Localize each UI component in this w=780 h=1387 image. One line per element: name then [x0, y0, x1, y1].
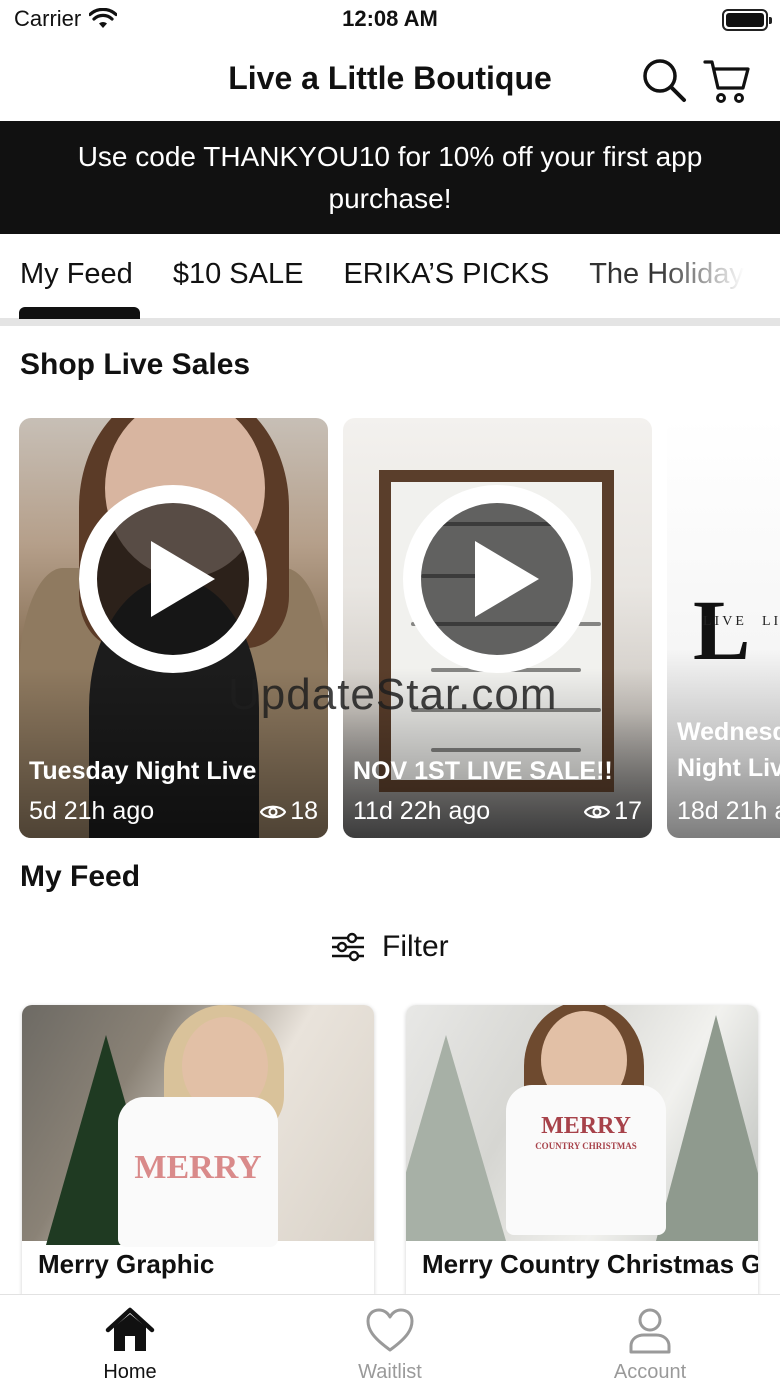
nav-home[interactable]: Home	[50, 1305, 210, 1384]
filter-label: Filter	[382, 930, 449, 963]
live-card-title: Wednesday Night Live	[677, 718, 780, 782]
live-card-title: Tuesday Night Live	[29, 757, 257, 785]
tab-my-feed[interactable]: My Feed	[20, 258, 133, 291]
brand-logo-text: LIVE	[703, 614, 747, 629]
nav-label: Account	[613, 1361, 687, 1383]
live-card-views: 18	[260, 797, 318, 826]
active-tab-indicator	[19, 307, 140, 319]
battery-icon	[722, 9, 772, 31]
product-image: MERRY	[22, 1005, 374, 1247]
shirt-print: MERRY	[134, 1149, 262, 1186]
eye-icon	[584, 805, 611, 818]
live-card-time: 18d 21h ago	[677, 797, 780, 825]
filter-icon	[332, 932, 364, 962]
shirt-print-sub: COUNTRY CHRISTMAS	[535, 1141, 637, 1151]
search-icon	[643, 59, 686, 102]
view-count: 17	[614, 797, 642, 825]
tab-erikas-picks[interactable]: ERIKA’S PICKS	[343, 258, 549, 291]
product-name: Merry Country Christmas Graphic	[422, 1249, 758, 1279]
filter-button[interactable]: Filter	[330, 930, 449, 964]
nav-label: Home	[103, 1361, 157, 1383]
tab-10-sale[interactable]: $10 SALE	[173, 258, 304, 291]
heart-icon	[366, 1308, 414, 1352]
product-card[interactable]: MERRY COUNTRY CHRISTMAS Merry Country Ch…	[406, 1005, 758, 1305]
home-icon	[105, 1307, 155, 1351]
play-icon[interactable]	[79, 485, 267, 673]
cart-button[interactable]	[702, 56, 752, 106]
app-header: Live a Little Boutique	[0, 46, 780, 116]
eye-icon	[260, 805, 287, 818]
live-card-time: 5d 21h ago	[29, 797, 155, 825]
tab-the-holiday[interactable]: The Holiday	[589, 258, 744, 291]
promo-text: Use code THANKYOU10 for 10% off your fir…	[77, 140, 703, 214]
cart-icon	[703, 60, 750, 103]
shirt-print: MERRY	[541, 1113, 631, 1139]
clock: 12:08 AM	[342, 6, 438, 31]
view-count: 18	[290, 797, 318, 825]
person-icon	[629, 1308, 671, 1354]
live-card-views: 17	[584, 797, 642, 826]
product-card[interactable]: MERRY Merry Graphic	[22, 1005, 374, 1305]
watermark: UpdateStar.com	[228, 670, 558, 719]
live-card-wednesday[interactable]: L LIVE LI Wednesday Night Live 18d 21h a…	[667, 418, 780, 838]
tabs-divider	[0, 318, 780, 326]
status-bar: Carrier 12:08 AM	[0, 0, 780, 40]
my-feed-heading: My Feed	[20, 860, 141, 893]
play-icon[interactable]	[403, 485, 591, 673]
brand-logo-text-2: LI	[762, 614, 780, 629]
bottom-tab-bar: Home Waitlist Account	[0, 1294, 780, 1387]
live-card-title: NOV 1ST LIVE SALE!!	[353, 757, 613, 785]
brand-logo-letter: L	[693, 582, 751, 678]
live-card-time: 11d 22h ago	[353, 797, 491, 825]
nav-waitlist[interactable]: Waitlist	[310, 1305, 470, 1384]
category-tabs: My Feed $10 SALE ERIKA’S PICKS The Holid…	[0, 234, 780, 326]
product-name: Merry Graphic	[38, 1249, 215, 1279]
nav-label: Waitlist	[358, 1361, 422, 1383]
live-card-nov-1st[interactable]: NOV 1ST LIVE SALE!! 11d 22h ago 17	[343, 418, 652, 838]
search-button[interactable]	[640, 56, 690, 106]
promo-banner[interactable]: Use code THANKYOU10 for 10% off your fir…	[0, 121, 780, 234]
live-sales-heading: Shop Live Sales	[20, 348, 251, 381]
product-image: MERRY COUNTRY CHRISTMAS	[406, 1005, 758, 1241]
nav-account[interactable]: Account	[570, 1305, 730, 1384]
live-sales-carousel[interactable]: Tuesday Night Live 5d 21h ago 18 NOV 1ST…	[0, 418, 780, 838]
live-card-tuesday[interactable]: Tuesday Night Live 5d 21h ago 18	[19, 418, 328, 838]
